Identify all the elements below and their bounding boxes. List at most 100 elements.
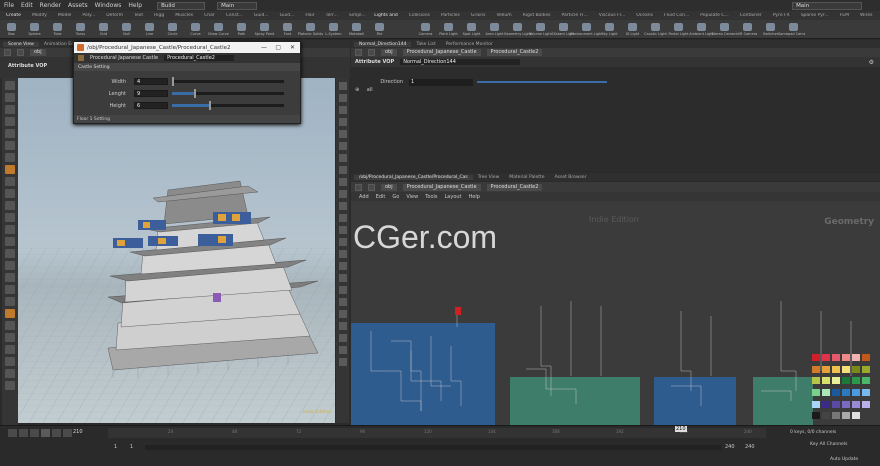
end-frame[interactable]: 240 — [725, 444, 735, 450]
shelf-tool[interactable]: Circle — [161, 20, 184, 38]
palette-swatch[interactable] — [862, 354, 870, 361]
tab-asset-browser[interactable]: Asset Browser — [550, 175, 592, 180]
palette-swatch[interactable] — [812, 354, 820, 361]
shelf-tab[interactable]: Lights and — [374, 13, 397, 18]
viewport-tool-icon[interactable] — [5, 165, 15, 174]
viewport-tool-icon[interactable] — [5, 189, 15, 198]
display-option-icon[interactable] — [338, 178, 347, 186]
tab-normal-direction[interactable]: Normal_Direction144 — [354, 41, 412, 47]
shelf-tab[interactable]: Vellum — [496, 13, 511, 18]
param-node-name[interactable]: Normal_Direction144 — [400, 59, 521, 65]
shelf-tool[interactable]: VR Camera — [736, 20, 759, 38]
viewport-tool-icon[interactable] — [5, 213, 15, 222]
shelf-tab[interactable]: Fluid Con... — [664, 13, 689, 18]
palette-swatch[interactable] — [842, 388, 850, 396]
palette-swatch[interactable] — [862, 365, 870, 373]
minimize-icon[interactable]: — — [261, 44, 267, 51]
viewport-tool-icon[interactable] — [5, 129, 15, 138]
menu-windows[interactable]: Windows — [95, 2, 122, 9]
palette-swatch[interactable] — [842, 377, 850, 385]
shelf-tab[interactable]: Model — [58, 13, 72, 18]
tab-scene-view[interactable]: Scene View — [3, 41, 39, 47]
floor-setting-tab[interactable]: Floor 1 Setting — [74, 115, 300, 123]
display-option-icon[interactable] — [338, 262, 347, 270]
shelf-tab[interactable]: Populate C... — [700, 13, 728, 18]
palette-swatch[interactable] — [812, 412, 820, 420]
palette-swatch[interactable] — [842, 400, 850, 408]
network-editor[interactable]: Indie Edition Geometry CGer.com — [351, 201, 880, 425]
palette-swatch[interactable] — [822, 354, 830, 361]
tab-tree-view[interactable]: Tree View — [473, 175, 505, 180]
shelf-tab[interactable]: Oceans — [636, 13, 653, 18]
shelf-tool[interactable]: Point Light — [437, 20, 460, 38]
palette-swatch[interactable] — [832, 400, 840, 408]
shelf-tab[interactable]: Particles — [441, 13, 460, 18]
shelf-tab[interactable]: FEM — [840, 13, 849, 18]
display-option-icon[interactable] — [338, 334, 347, 342]
gear-icon[interactable]: ⚙ — [869, 59, 874, 66]
castle-setting-folder[interactable]: Castle Setting — [74, 63, 300, 71]
play-icon[interactable] — [41, 429, 50, 437]
shelf-tab[interactable]: Collisions — [409, 13, 430, 18]
viewport-tool-icon[interactable] — [5, 381, 15, 390]
palette-swatch[interactable] — [832, 388, 840, 396]
viewport-tool-icon[interactable] — [5, 237, 15, 246]
viewport-tool-icon[interactable] — [5, 117, 15, 126]
net-path-node[interactable]: Procedural_Castle2 — [486, 183, 543, 191]
display-option-icon[interactable] — [338, 190, 347, 198]
palette-swatch[interactable] — [852, 365, 860, 373]
display-option-icon[interactable] — [338, 298, 347, 306]
display-option-icon[interactable] — [338, 310, 347, 318]
net-menu-add[interactable]: Add — [359, 194, 369, 200]
shelf-tool[interactable]: GI Light — [621, 20, 644, 38]
shelf-tab[interactable]: Rigg — [154, 13, 164, 18]
display-option-icon[interactable] — [338, 154, 347, 162]
shelf-tab[interactable]: Const... — [226, 13, 243, 18]
stop-icon[interactable] — [30, 429, 39, 437]
param-length-slider[interactable] — [172, 89, 284, 98]
expand-icon[interactable]: ⊕ — [355, 87, 359, 93]
net-menu-view[interactable]: View — [406, 194, 418, 200]
menu-file[interactable]: File — [4, 2, 14, 9]
shelf-tool[interactable]: Volume Light — [529, 20, 552, 38]
display-option-icon[interactable] — [338, 358, 347, 366]
shelf-tool[interactable]: Path — [230, 20, 253, 38]
shelf-tool[interactable]: Caustic Light — [644, 20, 667, 38]
shelf-tool[interactable]: Area Light — [483, 20, 506, 38]
palette-swatch[interactable] — [852, 400, 860, 408]
scene-viewport[interactable]: Indie Edition — [18, 78, 335, 423]
display-option-icon[interactable] — [338, 118, 347, 126]
viewport-tool-icon[interactable] — [5, 369, 15, 378]
shelf-tab[interactable]: Muscles — [175, 13, 193, 18]
shelf-tool[interactable]: Portal Light — [667, 20, 690, 38]
timeline-scrubber[interactable]: 24487296120144168192216240 — [108, 428, 766, 438]
shelf-tool[interactable]: File — [368, 20, 391, 38]
palette-swatch[interactable] — [862, 388, 870, 396]
current-frame-field[interactable]: 210 — [73, 429, 83, 435]
desktop-select-right[interactable]: Main — [792, 1, 863, 10]
net-menu-edit[interactable]: Edit — [376, 194, 386, 200]
palette-swatch[interactable] — [812, 365, 820, 373]
shelf-tool[interactable]: Geometry Light — [504, 20, 531, 38]
start-frame-2[interactable]: 1 — [130, 444, 133, 450]
palette-swatch[interactable] — [862, 377, 870, 385]
shelf-tab[interactable]: Grains — [471, 13, 486, 18]
shelf-tool[interactable]: L-System — [322, 20, 345, 38]
path-castle-asset[interactable]: Procedural_Japanese_Castle — [402, 49, 481, 56]
forward-icon[interactable] — [17, 49, 24, 56]
shelf-tab[interactable]: Wires — [860, 13, 872, 18]
display-option-icon[interactable] — [338, 238, 347, 246]
display-option-icon[interactable] — [338, 226, 347, 234]
palette-swatch[interactable] — [842, 412, 850, 420]
shelf-tab[interactable]: Container — [740, 13, 762, 18]
display-option-icon[interactable] — [338, 274, 347, 282]
display-option-icon[interactable] — [338, 166, 347, 174]
shelf-tool[interactable]: Torus — [69, 20, 92, 38]
shelf-tool[interactable]: Environment Light — [570, 20, 603, 38]
param-length-field[interactable]: 9 — [134, 90, 168, 97]
menu-help[interactable]: Help — [128, 2, 142, 9]
shelf-tab[interactable]: Pyro FX — [773, 13, 790, 18]
shelf-tab[interactable]: Simpl... — [349, 13, 366, 18]
display-option-icon[interactable] — [338, 346, 347, 354]
display-option-icon[interactable] — [338, 250, 347, 258]
